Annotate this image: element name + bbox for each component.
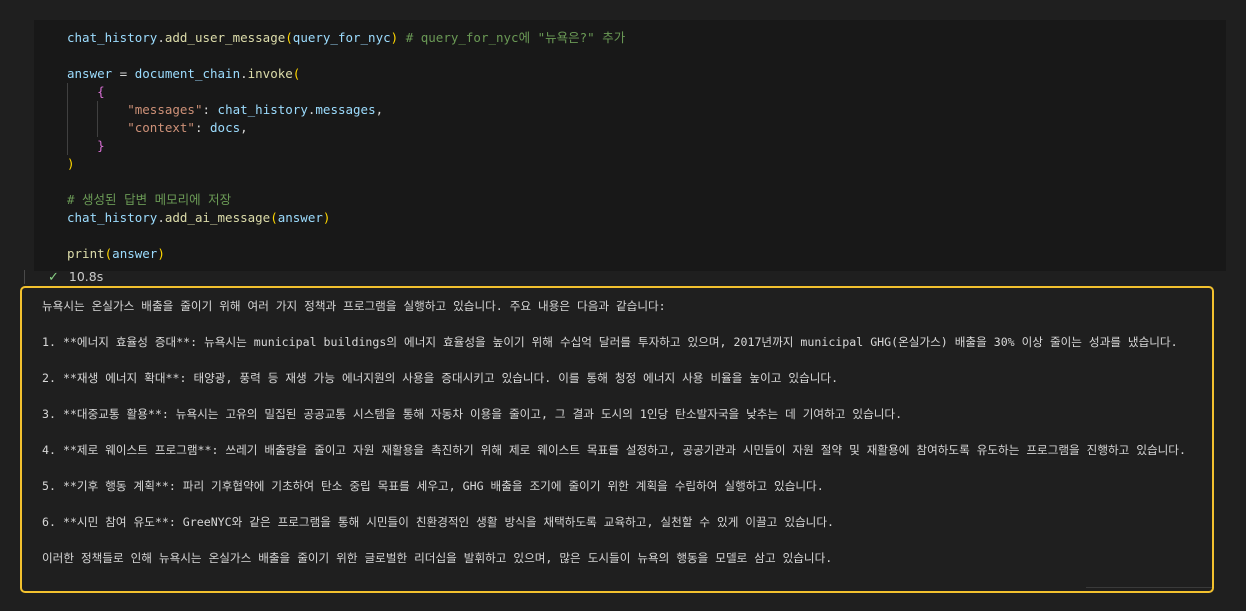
notebook-page: chat_history.add_user_message(query_for_…: [0, 0, 1246, 611]
code-token-method: add_ai_message: [164, 210, 271, 225]
code-token-object: document_chain: [134, 66, 241, 81]
code-token-comma: ,: [375, 102, 384, 117]
cell-gutter-marker: [24, 270, 25, 284]
output-conclusion: 이러한 정책들로 인해 뉴욕시는 온실가스 배출을 줄이기 위한 글로벌한 리더…: [42, 551, 833, 565]
output-intro: 뉴욕시는 온실가스 배출을 줄이기 위해 여러 가지 정책과 프로그램을 실행하…: [42, 299, 666, 313]
output-item-1: 1. **에너지 효율성 증대**: 뉴욕시는 municipal buildi…: [42, 335, 1178, 349]
code-token-method: add_user_message: [164, 30, 286, 45]
code-comment: # 생성된 답변 메모리에 저장: [67, 192, 232, 207]
output-item-4: 4. **제로 웨이스트 프로그램**: 쓰레기 배출량을 줄이고 자원 재활용…: [42, 443, 1186, 457]
code-line-close-brace[interactable]: }: [67, 137, 105, 155]
cell-output[interactable]: 뉴욕시는 온실가스 배출을 줄이기 위해 여러 가지 정책과 프로그램을 실행하…: [20, 286, 1214, 593]
code-token-brace: }: [97, 138, 105, 153]
output-horizontal-scrollbar[interactable]: [1086, 587, 1212, 588]
code-token-paren: (: [292, 66, 301, 81]
code-token-value: docs: [210, 120, 241, 135]
output-item-6: 6. **시민 참여 유도**: GreeNYC와 같은 프로그램을 통해 시민…: [42, 515, 834, 529]
output-item-3: 3. **대중교통 활용**: 뉴욕시는 고유의 밀집된 공공교통 시스템을 통…: [42, 407, 903, 421]
code-token-comma: ,: [240, 120, 248, 135]
code-line-print[interactable]: print(answer): [67, 245, 165, 263]
indent-guide: [67, 83, 68, 155]
code-token-dot: .: [157, 30, 165, 45]
code-token-dot: .: [240, 66, 248, 81]
code-token-dot: .: [157, 210, 165, 225]
code-token-attribute: messages: [315, 102, 376, 117]
output-item-5: 5. **기후 행동 계획**: 파리 기후협약에 기초하여 탄소 중립 목표를…: [42, 479, 824, 493]
checkmark-icon: ✓: [48, 270, 59, 285]
indent-guide: [97, 101, 98, 137]
code-line-messages[interactable]: "messages": chat_history.messages,: [67, 101, 383, 119]
code-cell-editor[interactable]: chat_history.add_user_message(query_for_…: [34, 20, 1226, 271]
code-line-open-brace[interactable]: {: [67, 83, 105, 101]
code-token-operator: =: [112, 66, 135, 81]
code-token-brace: {: [97, 84, 105, 99]
code-token-key: "context": [127, 120, 195, 135]
code-token-colon: :: [202, 102, 218, 117]
code-line-add-ai-message[interactable]: chat_history.add_ai_message(answer): [67, 209, 330, 227]
code-token-argument: query_for_nyc: [292, 30, 391, 45]
code-token-argument: answer: [277, 210, 323, 225]
code-token-paren: (: [285, 30, 293, 45]
code-line-comment[interactable]: # 생성된 답변 메모리에 저장: [67, 191, 231, 209]
code-line-context[interactable]: "context": docs,: [67, 119, 248, 137]
code-line-close-paren[interactable]: ): [67, 155, 75, 173]
code-token-paren: ): [322, 210, 331, 225]
code-comment: # query_for_nyc에 "뉴욕은?" 추가: [405, 30, 626, 45]
code-line-add-user-message[interactable]: chat_history.add_user_message(query_for_…: [67, 29, 625, 47]
code-token-colon: :: [194, 120, 211, 135]
code-token-key: "messages": [127, 102, 203, 117]
code-token-paren: ): [67, 156, 75, 171]
code-token-function: print: [67, 246, 105, 261]
code-token-method: invoke: [247, 66, 293, 81]
code-token-object: chat_history: [217, 102, 308, 117]
code-line-invoke[interactable]: answer = document_chain.invoke(: [67, 65, 300, 83]
code-token-object: chat_history: [67, 30, 158, 45]
code-token-variable: answer: [67, 66, 113, 81]
code-token-argument: answer: [112, 246, 158, 261]
code-token-paren: (: [270, 210, 278, 225]
execution-duration: 10.8s: [68, 269, 104, 284]
execution-status: ✓ 10.8s: [48, 268, 103, 286]
code-token-object: chat_history: [67, 210, 158, 225]
output-item-2: 2. **재생 에너지 확대**: 태양광, 풍력 등 재생 가능 에너지원의 …: [42, 371, 839, 385]
code-token-paren: ): [157, 246, 165, 261]
